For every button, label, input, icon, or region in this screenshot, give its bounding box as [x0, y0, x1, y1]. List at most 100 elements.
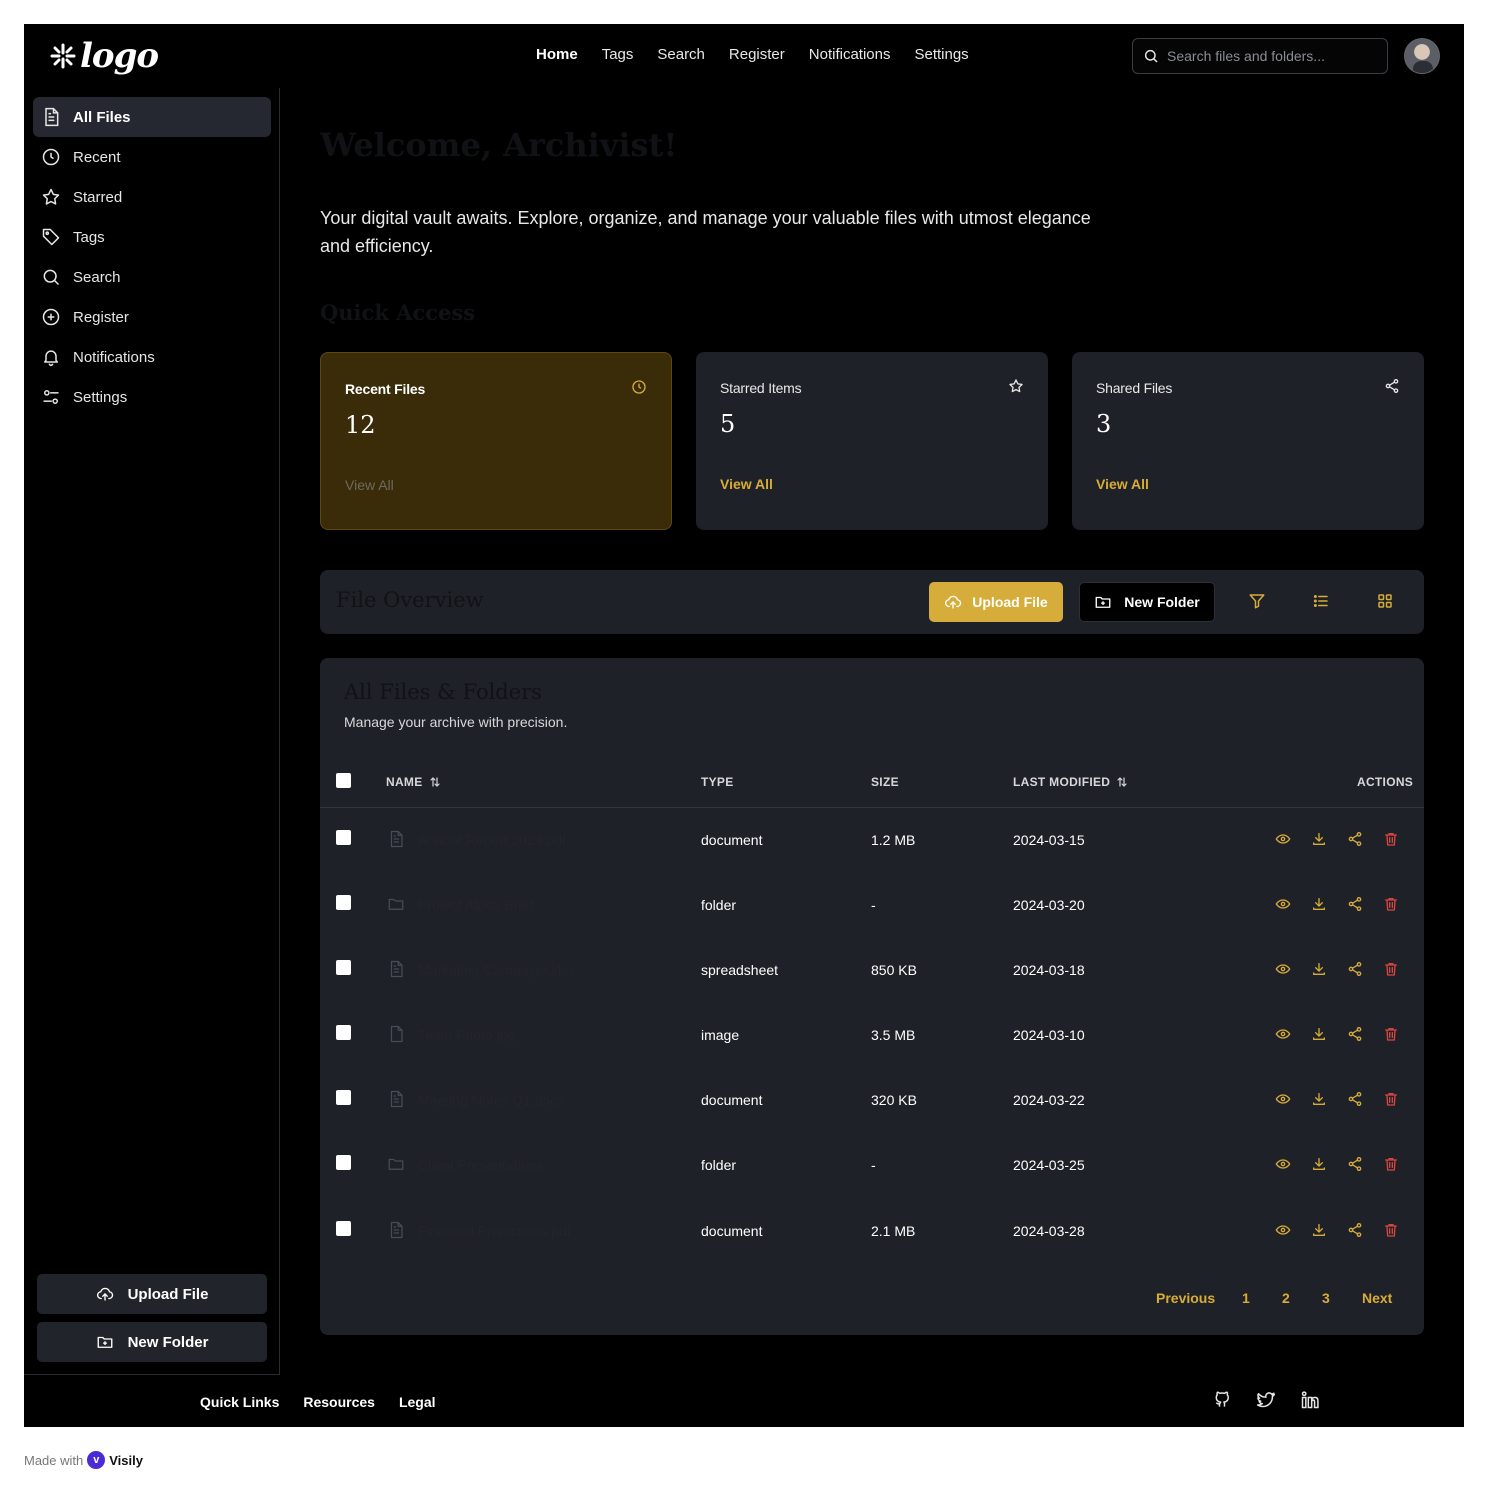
card-shared-files[interactable]: Shared Files 3 View All: [1072, 352, 1424, 530]
share-icon[interactable]: [1347, 1156, 1363, 1172]
download-icon[interactable]: [1311, 1222, 1327, 1238]
row-checkbox[interactable]: [336, 895, 351, 910]
sidebar-new-folder-button[interactable]: New Folder: [37, 1322, 267, 1362]
footer-link-legal[interactable]: Legal: [399, 1394, 436, 1410]
pagination-page-2[interactable]: 2: [1282, 1290, 1290, 1306]
delete-icon[interactable]: [1383, 1026, 1399, 1042]
new-folder-button[interactable]: New Folder: [1079, 582, 1215, 622]
search-input[interactable]: [1167, 48, 1367, 64]
share-icon[interactable]: [1347, 831, 1363, 847]
view-icon[interactable]: [1275, 961, 1291, 977]
file-name[interactable]: Annual Report 2023.pdf: [418, 832, 566, 848]
view-icon[interactable]: [1275, 1222, 1291, 1238]
delete-icon[interactable]: [1383, 831, 1399, 847]
card-view-all-link[interactable]: View All: [345, 477, 394, 493]
download-icon[interactable]: [1311, 1156, 1327, 1172]
sidebar-item-label: All Files: [73, 108, 131, 126]
share-icon[interactable]: [1347, 961, 1363, 977]
table-row[interactable]: Team Photo.jpg image 3.5 MB 2024-03-10: [320, 1003, 1424, 1068]
next-label: Next: [1362, 1290, 1393, 1306]
view-icon[interactable]: [1275, 1156, 1291, 1172]
column-last-modified[interactable]: LAST MODIFIED: [1013, 775, 1128, 789]
made-with-badge[interactable]: Made with v Visily: [24, 1451, 143, 1469]
row-checkbox[interactable]: [336, 1221, 351, 1236]
table-row[interactable]: Financial Projections.pdf document 2.1 MB 2…: [320, 1199, 1424, 1264]
download-icon[interactable]: [1311, 1091, 1327, 1107]
file-name[interactable]: Team Photo.jpg: [418, 1027, 515, 1043]
github-icon[interactable]: [1212, 1390, 1232, 1410]
card-view-all-link[interactable]: View All: [720, 476, 773, 492]
folder-plus-icon: [97, 1336, 112, 1348]
share-icon[interactable]: [1347, 1222, 1363, 1238]
sidebar-item-search[interactable]: Search: [33, 257, 271, 297]
table-row[interactable]: Annual Report 2023.pdf document 1.2 MB 2024…: [320, 808, 1424, 873]
sidebar-item-register[interactable]: Register: [33, 297, 271, 337]
column-name[interactable]: NAME: [386, 775, 441, 789]
twitter-icon[interactable]: [1256, 1390, 1276, 1410]
nav-register[interactable]: Register: [729, 46, 785, 63]
nav-notifications[interactable]: Notifications: [809, 46, 891, 63]
download-icon[interactable]: [1311, 961, 1327, 977]
table-row[interactable]: Project Alpha Brief folder - 2024-03-20: [320, 873, 1424, 938]
sidebar-upload-button[interactable]: Upload File: [37, 1274, 267, 1314]
file-name[interactable]: Meeting Notes Q1.docx: [418, 1092, 564, 1108]
share-icon[interactable]: [1347, 896, 1363, 912]
card-view-all-link[interactable]: View All: [1096, 476, 1149, 492]
sidebar-item-all-files[interactable]: All Files: [33, 97, 271, 137]
row-checkbox[interactable]: [336, 1155, 351, 1170]
brand-logo[interactable]: logo: [50, 36, 159, 76]
list-view-icon[interactable]: [1312, 592, 1330, 610]
download-icon[interactable]: [1311, 1026, 1327, 1042]
card-starred-items[interactable]: Starred Items 5 View All: [696, 352, 1048, 530]
linkedin-icon[interactable]: [1300, 1390, 1320, 1410]
file-overview-toolbar: File Overview Upload File New Folder: [320, 570, 1424, 634]
plus-circle-icon: [42, 308, 60, 326]
filter-icon[interactable]: [1248, 592, 1266, 610]
download-icon[interactable]: [1311, 831, 1327, 847]
table-row[interactable]: Client Presentations folder - 2024-03-25: [320, 1133, 1424, 1198]
row-checkbox[interactable]: [336, 960, 351, 975]
file-name[interactable]: Client Presentations: [418, 1157, 543, 1173]
table-row[interactable]: Marketing Campaign.xlsx spreadsheet 850 KB…: [320, 938, 1424, 1003]
pagination-next[interactable]: Next: [1362, 1290, 1392, 1306]
sliders-icon: [43, 390, 59, 404]
view-icon[interactable]: [1275, 1091, 1291, 1107]
upload-file-button[interactable]: Upload File: [929, 582, 1063, 622]
view-icon[interactable]: [1275, 1026, 1291, 1042]
sidebar-item-tags[interactable]: Tags: [33, 217, 271, 257]
nav-tags[interactable]: Tags: [602, 46, 634, 63]
nav-settings[interactable]: Settings: [914, 46, 968, 63]
sidebar-item-settings[interactable]: Settings: [33, 377, 271, 417]
nav-home[interactable]: Home: [536, 46, 578, 63]
sidebar-item-notifications[interactable]: Notifications: [33, 337, 271, 377]
download-icon[interactable]: [1311, 896, 1327, 912]
footer-link-quick-links[interactable]: Quick Links: [200, 1394, 279, 1410]
file-name[interactable]: Marketing Campaign.xlsx: [418, 962, 575, 978]
pagination-page-3[interactable]: 3: [1322, 1290, 1330, 1306]
grid-view-icon[interactable]: [1376, 592, 1394, 610]
delete-icon[interactable]: [1383, 1091, 1399, 1107]
pagination-page-1[interactable]: 1: [1242, 1290, 1250, 1306]
card-recent-files[interactable]: Recent Files 12 View All: [320, 352, 672, 530]
row-checkbox[interactable]: [336, 1025, 351, 1040]
delete-icon[interactable]: [1383, 896, 1399, 912]
footer-link-resources[interactable]: Resources: [303, 1394, 375, 1410]
row-checkbox[interactable]: [336, 830, 351, 845]
share-icon[interactable]: [1347, 1091, 1363, 1107]
view-icon[interactable]: [1275, 831, 1291, 847]
delete-icon[interactable]: [1383, 1156, 1399, 1172]
row-checkbox[interactable]: [336, 1090, 351, 1105]
share-icon[interactable]: [1347, 1026, 1363, 1042]
pagination-previous[interactable]: Previous: [1156, 1290, 1215, 1306]
file-name[interactable]: Project Alpha Brief: [418, 897, 533, 913]
sidebar-item-recent[interactable]: Recent: [33, 137, 271, 177]
select-all-checkbox[interactable]: [336, 773, 351, 788]
delete-icon[interactable]: [1383, 961, 1399, 977]
nav-search[interactable]: Search: [657, 46, 705, 63]
file-name[interactable]: Financial Projections.pdf: [418, 1223, 571, 1239]
user-avatar[interactable]: [1404, 38, 1440, 74]
view-icon[interactable]: [1275, 896, 1291, 912]
delete-icon[interactable]: [1383, 1222, 1399, 1238]
table-row[interactable]: Meeting Notes Q1.docx document 320 KB 2024-…: [320, 1068, 1424, 1133]
sidebar-item-starred[interactable]: Starred: [33, 177, 271, 217]
